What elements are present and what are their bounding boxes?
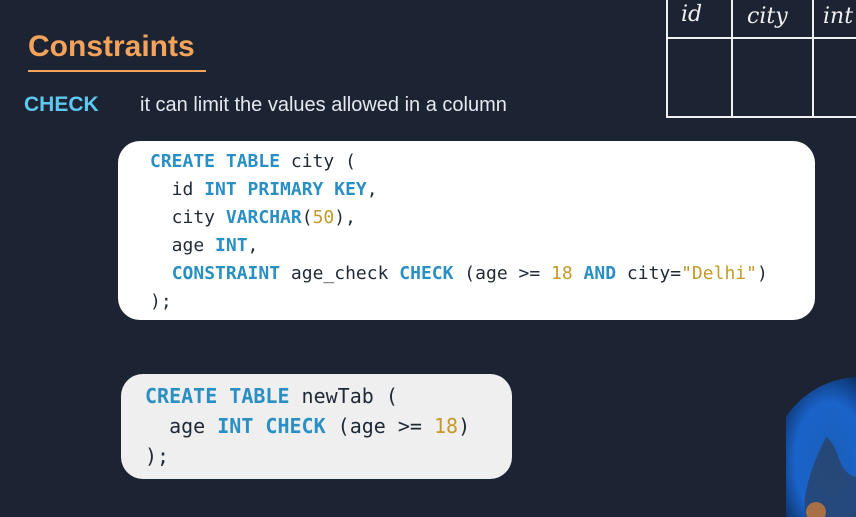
code-token: CHECK bbox=[399, 263, 454, 284]
code-token: "Delhi" bbox=[681, 263, 757, 284]
code-token: id bbox=[150, 179, 205, 200]
code-token: ); bbox=[145, 444, 170, 468]
code-line: city VARCHAR(50), bbox=[150, 207, 356, 228]
code-token: 18 bbox=[551, 263, 573, 284]
code-token: ( bbox=[301, 207, 313, 228]
code-token: city bbox=[150, 207, 226, 228]
sketch-header-int: int bbox=[823, 4, 854, 29]
code-token: ), bbox=[334, 207, 356, 228]
handwritten-table-sketch: id city int bbox=[665, 0, 856, 118]
code-token: city= bbox=[616, 263, 682, 284]
title-underline bbox=[28, 70, 206, 72]
code-token: ) bbox=[756, 263, 768, 284]
sketch-header-id: id bbox=[681, 2, 703, 27]
code-block-newtab: CREATE TABLE newTab ( age INT CHECK (age… bbox=[121, 374, 512, 479]
sketch-header-city: city bbox=[747, 4, 788, 29]
code-token: , bbox=[247, 235, 259, 256]
code-token: ) bbox=[458, 414, 471, 438]
code-token: ); bbox=[150, 291, 172, 312]
code-token: VARCHAR bbox=[225, 207, 302, 228]
code-line: age INT CHECK (age >= 18) bbox=[145, 414, 470, 438]
slide-title: Constraints bbox=[28, 30, 195, 63]
code-token: , bbox=[366, 179, 378, 200]
code-token: CONSTRAINT bbox=[171, 263, 281, 284]
code-line: id INT PRIMARY KEY, bbox=[150, 179, 378, 200]
code-line: ); bbox=[145, 444, 169, 468]
code-token: city ( bbox=[280, 151, 356, 172]
code-line: CREATE TABLE newTab ( bbox=[145, 384, 398, 408]
code-token: INT bbox=[215, 235, 248, 256]
code-token: CREATE TABLE bbox=[150, 151, 281, 172]
code-line: ); bbox=[150, 291, 172, 312]
code-token: age bbox=[150, 235, 216, 256]
code-line: age INT, bbox=[150, 235, 259, 256]
code-token: CREATE TABLE bbox=[145, 384, 290, 408]
code-token: 18 bbox=[434, 414, 459, 438]
code-line: CREATE TABLE city ( bbox=[150, 151, 356, 172]
code-token: INT CHECK bbox=[217, 414, 326, 438]
code-token: (age >= bbox=[453, 263, 552, 284]
code-token: (age >= bbox=[325, 414, 434, 438]
code-token: newTab ( bbox=[289, 384, 398, 408]
code-token: AND bbox=[583, 263, 617, 284]
code-token: INT PRIMARY KEY bbox=[204, 179, 367, 200]
code-token: age_check bbox=[280, 263, 400, 284]
code-block-city-table: CREATE TABLE city ( id INT PRIMARY KEY, … bbox=[118, 141, 815, 320]
check-description: it can limit the values allowed in a col… bbox=[140, 94, 507, 116]
globe-graphic bbox=[786, 377, 856, 517]
code-token: 50 bbox=[312, 207, 335, 228]
code-line: CONSTRAINT age_check CHECK (age >= 18 AN… bbox=[150, 263, 768, 284]
code-token: age bbox=[145, 414, 218, 438]
check-label: CHECK bbox=[24, 93, 99, 116]
